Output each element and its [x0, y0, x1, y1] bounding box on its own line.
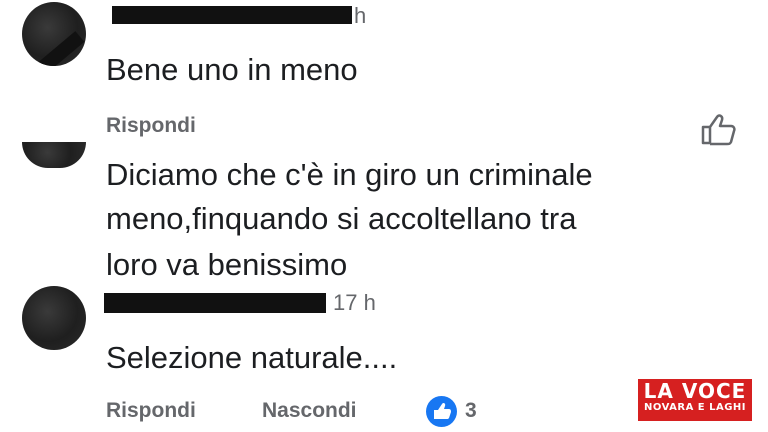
reply-link[interactable]: Rispondi — [106, 399, 196, 423]
logo-line2: NOVARA E LAGHI — [643, 402, 747, 413]
avatar[interactable] — [22, 142, 86, 168]
comment-text-line: meno,finquando si accoltellano tra — [106, 201, 577, 236]
thumbs-up-glyph — [434, 402, 451, 419]
like-reaction-icon[interactable] — [426, 396, 457, 427]
hide-link[interactable]: Nascondi — [262, 399, 357, 423]
redacted-username — [104, 293, 326, 313]
comment-timestamp: 17 h — [333, 290, 376, 315]
logo-line1: LA VOCE — [643, 379, 747, 403]
redacted-username — [112, 6, 352, 24]
reply-link[interactable]: Rispondi — [106, 114, 196, 138]
thumbs-up-icon[interactable] — [700, 112, 740, 146]
la-voce-logo: LA VOCE NOVARA E LAGHI — [638, 379, 752, 421]
comment-text: Selezione naturale.... — [106, 340, 398, 375]
reaction-count: 3 — [465, 399, 477, 422]
comment-text: Bene uno in meno — [106, 52, 358, 87]
comment-text-line: loro va benissimo — [106, 247, 348, 282]
comment-timestamp: h — [354, 3, 367, 28]
comment-text-line: Diciamo che c'è in giro un criminale — [106, 157, 593, 192]
avatar[interactable] — [22, 2, 86, 66]
mourning-ribbon — [22, 31, 85, 66]
avatar[interactable] — [22, 286, 86, 350]
